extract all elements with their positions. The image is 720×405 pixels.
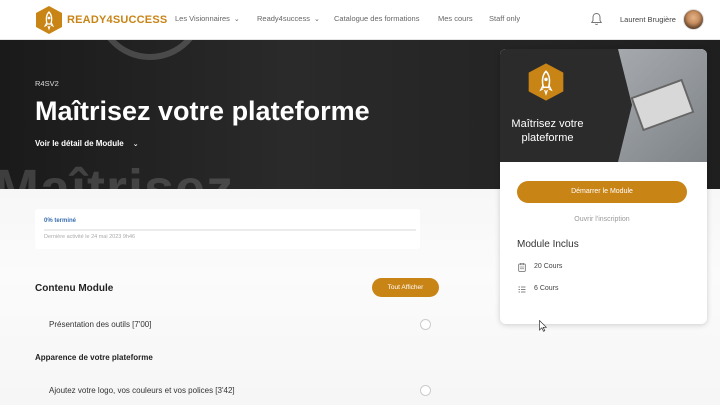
nav-item-staff-only[interactable]: Staff only	[489, 14, 520, 23]
section-title: Contenu Module	[35, 283, 114, 294]
nav-item-label: Ready4success	[257, 14, 310, 23]
user-name[interactable]: Laurent Brugière	[620, 15, 676, 24]
chevron-down-icon: ⌄	[313, 16, 320, 23]
nav-item-label: Staff only	[489, 14, 521, 23]
show-all-button[interactable]: Tout Afficher	[372, 278, 439, 297]
nav-item-ready4success[interactable]: Ready4success ⌄	[257, 14, 320, 23]
last-activity: Dernière activité le 24 mai 2023 9h46	[44, 234, 136, 240]
module-detail-toggle[interactable]: Voir le détail de Module ⌄	[35, 139, 139, 148]
rocket-logo-icon	[528, 63, 564, 101]
nav-item-mes-cours[interactable]: Mes cours	[438, 14, 473, 23]
thumbnail-title: Maîtrisez votre plateforme	[511, 118, 584, 144]
top-navigation: READY4SUCCESS Les Visionnaires ⌄ Ready4su…	[0, 0, 720, 40]
nav-item-catalogue[interactable]: Catalogue des formations	[334, 14, 419, 23]
course-count: 20 Cours	[534, 263, 563, 270]
lesson-status-icon[interactable]	[420, 319, 431, 330]
start-module-button[interactable]: Démarrer le Module	[517, 181, 687, 203]
quiz-list-icon	[518, 286, 526, 293]
module-detail-label: Voir le détail de Module	[35, 139, 124, 148]
list-item[interactable]: Ajoutez votre logo, vos couleurs et vos …	[49, 386, 235, 395]
nav-item-label: Mes cours	[438, 14, 473, 23]
list-item[interactable]: Présentation des outils [7'00]	[49, 320, 151, 329]
rocket-logo-icon	[36, 6, 62, 34]
lesson-status-icon[interactable]	[420, 385, 431, 396]
mouse-cursor-icon	[539, 320, 547, 332]
bell-icon[interactable]	[590, 12, 603, 26]
section-group-title[interactable]: Apparence de votre plateforme	[35, 353, 153, 362]
quiz-count: 6 Cours	[534, 285, 559, 292]
module-code: R4SV2	[35, 79, 59, 88]
hero-background-text: Maîtrisez	[0, 159, 235, 189]
clipboard-icon	[518, 263, 526, 272]
brand-name: READY4SUCCESS	[67, 14, 168, 26]
page-title: Maîtrisez votre plateforme	[35, 96, 370, 126]
brand-logo[interactable]: READY4SUCCESS	[35, 5, 167, 35]
chevron-down-icon: ⌄	[233, 16, 240, 23]
progress-label: 0% terminé	[44, 218, 77, 224]
chevron-down-icon: ⌄	[132, 141, 139, 148]
module-includes-title: Module Inclus	[517, 239, 579, 250]
hero-decoration	[95, 40, 205, 60]
laptop-image	[630, 78, 695, 132]
nav-item-visionnaires[interactable]: Les Visionnaires ⌄	[175, 14, 240, 23]
open-registration-link[interactable]: Ouvrir l'inscription	[517, 216, 687, 223]
nav-item-label: Les Visionnaires	[175, 14, 230, 23]
nav-item-label: Catalogue des formations	[334, 14, 420, 23]
progress-bar	[44, 229, 416, 231]
avatar[interactable]	[683, 9, 704, 30]
